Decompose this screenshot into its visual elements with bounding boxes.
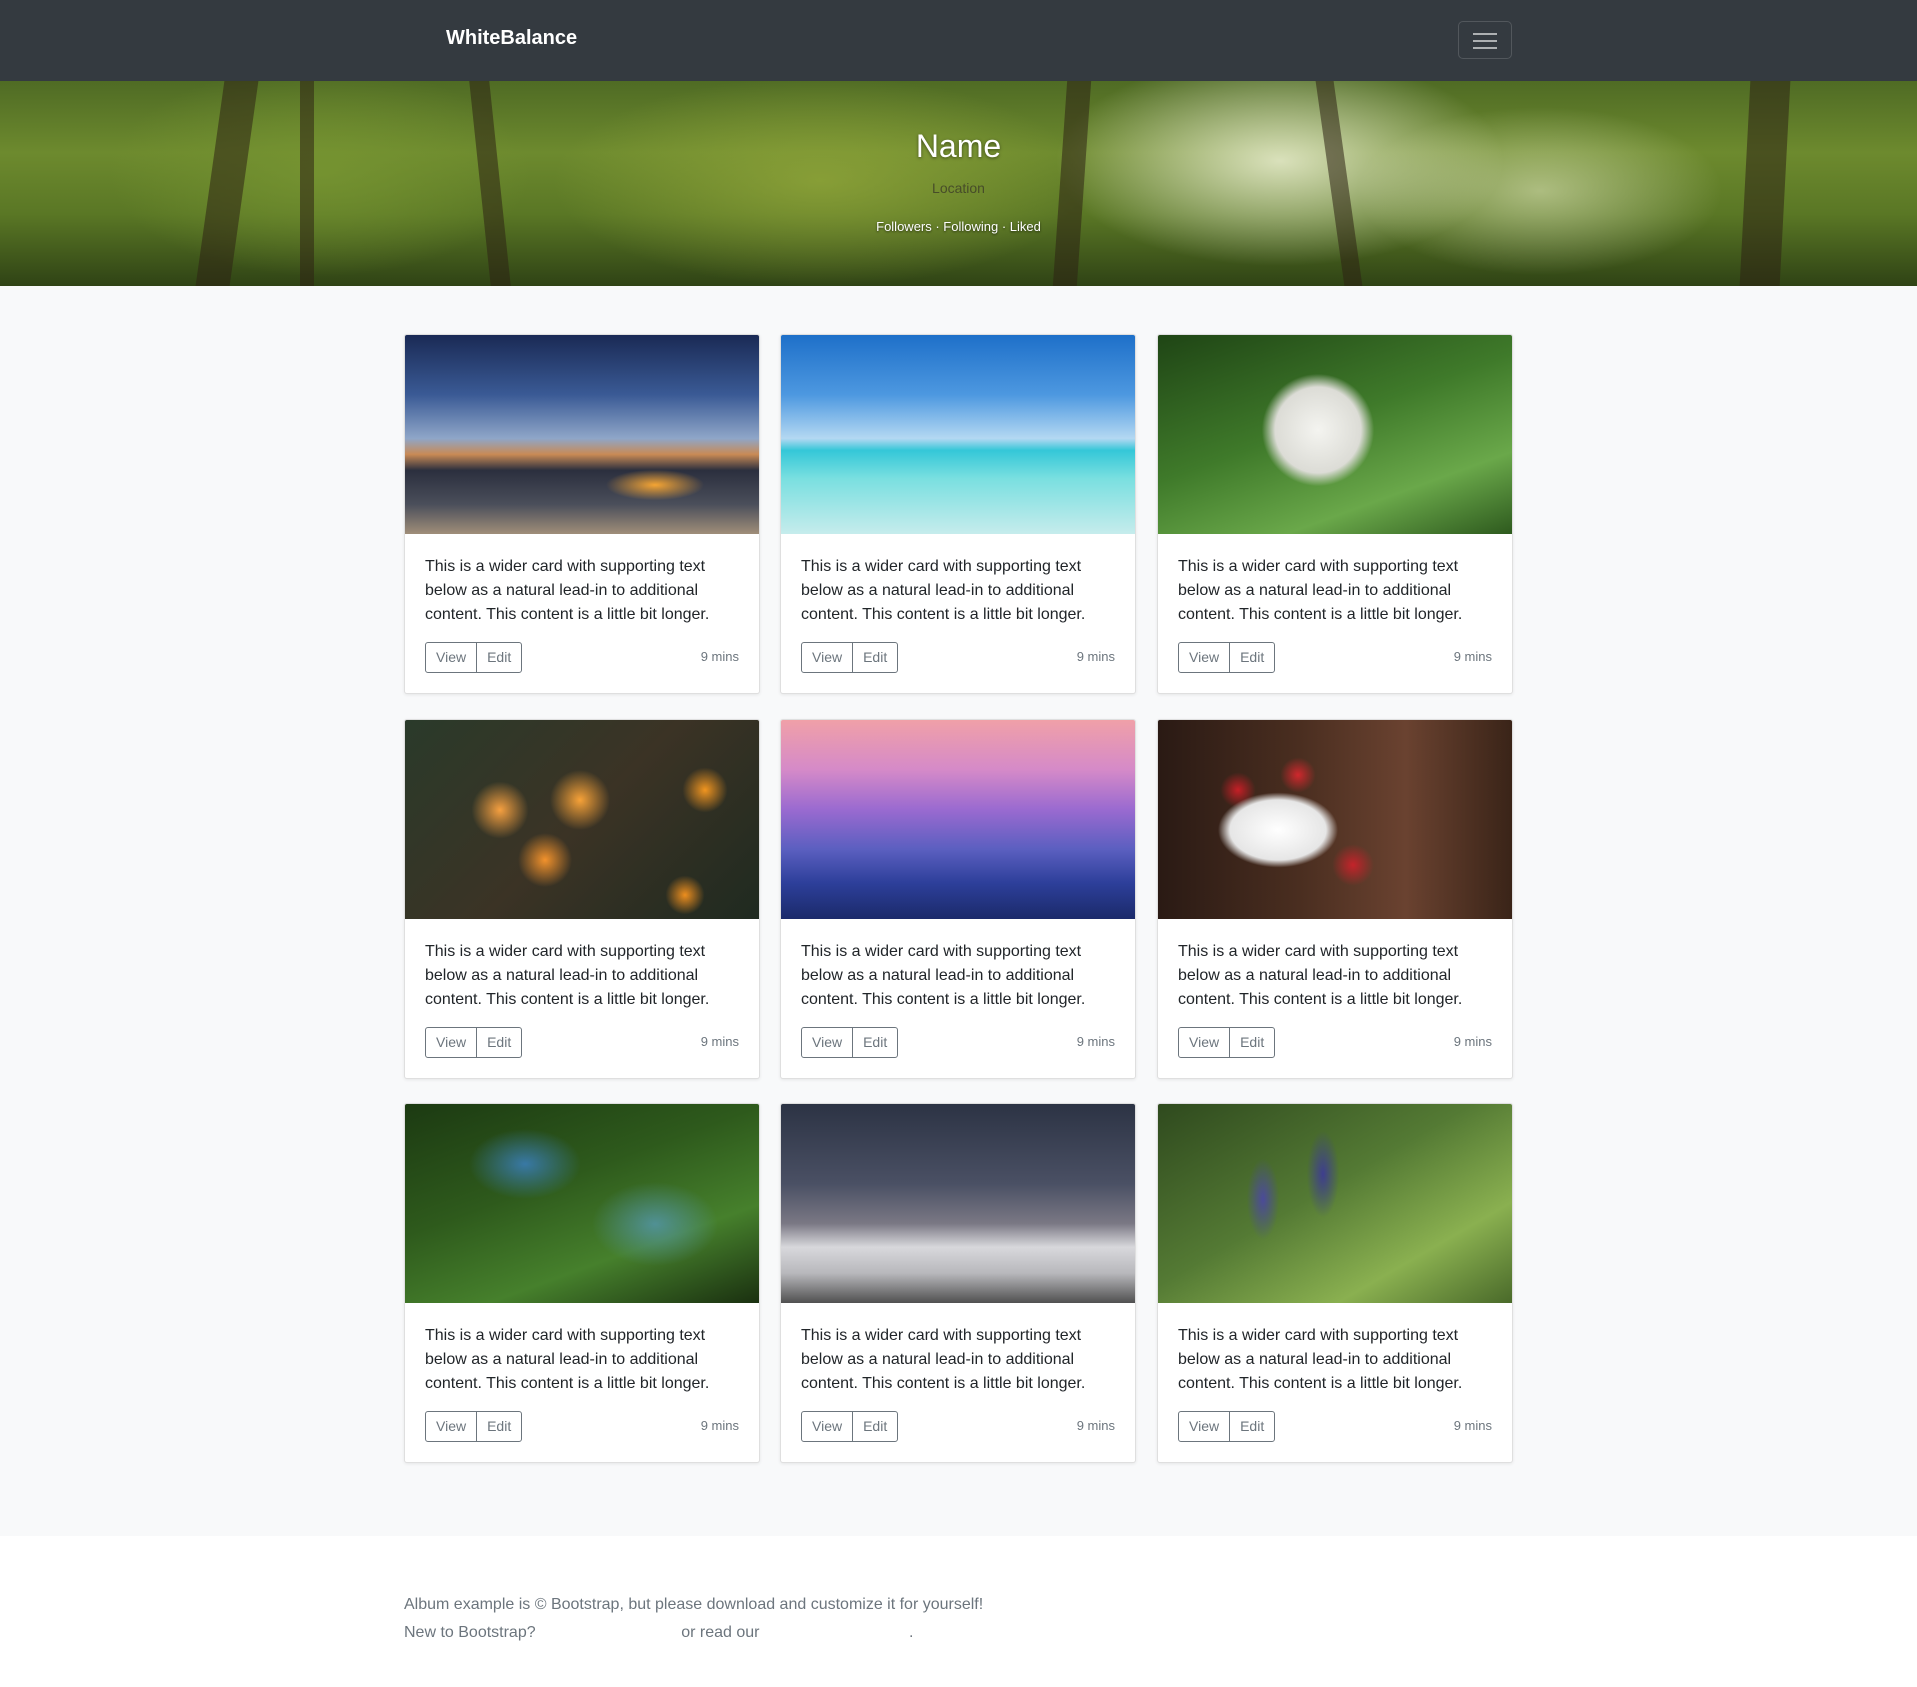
footer-prefix: New to Bootstrap? xyxy=(404,1624,536,1641)
view-button[interactable]: View xyxy=(1178,1027,1231,1058)
edit-button[interactable]: Edit xyxy=(476,642,523,673)
view-button[interactable]: View xyxy=(801,1027,854,1058)
card-actions: View Edit xyxy=(425,1411,523,1442)
card-text: This is a wider card with supporting tex… xyxy=(425,1327,710,1392)
card-time: 9 mins xyxy=(1076,1418,1115,1433)
card-text: This is a wider card with supporting tex… xyxy=(1178,1327,1463,1392)
getting-started-link[interactable]: getting started guide xyxy=(764,1624,909,1641)
card-image[interactable] xyxy=(781,720,1135,919)
navbar: WhiteBalance xyxy=(0,0,1917,81)
edit-button[interactable]: Edit xyxy=(1229,642,1276,673)
card-image[interactable] xyxy=(1158,1104,1512,1303)
card-image[interactable] xyxy=(405,720,759,919)
album-card: This is a wider card with supporting tex… xyxy=(1157,1103,1513,1463)
view-button[interactable]: View xyxy=(425,1411,478,1442)
brand-logo[interactable]: WhiteBalance xyxy=(446,27,577,50)
album-card: This is a wider card with supporting tex… xyxy=(780,334,1136,694)
album-card: This is a wider card with supporting tex… xyxy=(1157,334,1513,694)
card-time: 9 mins xyxy=(1453,1418,1492,1433)
footer-middle: or read our xyxy=(681,1624,760,1641)
card-actions: View Edit xyxy=(1178,1411,1276,1442)
card-time: 9 mins xyxy=(700,1418,739,1433)
card-time: 9 mins xyxy=(1453,649,1492,664)
edit-button[interactable]: Edit xyxy=(852,1411,899,1442)
album-card: This is a wider card with supporting tex… xyxy=(404,334,760,694)
card-time: 9 mins xyxy=(700,1034,739,1049)
card-actions: View Edit xyxy=(425,642,523,673)
card-text: This is a wider card with supporting tex… xyxy=(801,1327,1086,1392)
card-image[interactable] xyxy=(405,1104,759,1303)
view-button[interactable]: View xyxy=(801,642,854,673)
footer-links: New to Bootstrap? Visit the homepage or … xyxy=(404,1624,913,1642)
card-image[interactable] xyxy=(1158,720,1512,919)
edit-button[interactable]: Edit xyxy=(476,1411,523,1442)
profile-stats[interactable]: Followers · Following · Liked xyxy=(0,219,1917,234)
profile-location: Location xyxy=(932,180,985,196)
edit-button[interactable]: Edit xyxy=(476,1027,523,1058)
card-time: 9 mins xyxy=(1076,649,1115,664)
card-text: This is a wider card with supporting tex… xyxy=(1178,943,1463,1008)
view-button[interactable]: View xyxy=(425,1027,478,1058)
edit-button[interactable]: Edit xyxy=(852,1027,899,1058)
card-actions: View Edit xyxy=(1178,1027,1276,1058)
homepage-link[interactable]: Visit the homepage xyxy=(540,1624,677,1641)
footer: Album example is © Bootstrap, but please… xyxy=(0,1536,1917,1687)
profile-hero: Name Location Followers · Following · Li… xyxy=(0,81,1917,286)
album-card: This is a wider card with supporting tex… xyxy=(780,1103,1136,1463)
card-text: This is a wider card with supporting tex… xyxy=(1178,558,1463,623)
card-time: 9 mins xyxy=(1076,1034,1115,1049)
album-card: This is a wider card with supporting tex… xyxy=(404,719,760,1079)
footer-suffix: . xyxy=(908,1624,914,1641)
footer-copyright: Album example is © Bootstrap, but please… xyxy=(404,1596,984,1613)
card-actions: View Edit xyxy=(801,642,899,673)
profile-name: Name xyxy=(915,128,1002,164)
card-time: 9 mins xyxy=(700,649,739,664)
edit-button[interactable]: Edit xyxy=(1229,1027,1276,1058)
card-image[interactable] xyxy=(781,1104,1135,1303)
card-actions: View Edit xyxy=(801,1411,899,1442)
card-actions: View Edit xyxy=(1178,642,1276,673)
card-actions: View Edit xyxy=(801,1027,899,1058)
menu-toggle-button[interactable] xyxy=(1458,21,1512,59)
view-button[interactable]: View xyxy=(801,1411,854,1442)
card-actions: View Edit xyxy=(425,1027,523,1058)
card-text: This is a wider card with supporting tex… xyxy=(425,943,710,1008)
card-image[interactable] xyxy=(405,335,759,534)
album-card: This is a wider card with supporting tex… xyxy=(404,1103,760,1463)
card-image[interactable] xyxy=(1158,335,1512,534)
edit-button[interactable]: Edit xyxy=(852,642,899,673)
card-text: This is a wider card with supporting tex… xyxy=(425,558,710,623)
view-button[interactable]: View xyxy=(1178,642,1231,673)
card-time: 9 mins xyxy=(1453,1034,1492,1049)
album-card: This is a wider card with supporting tex… xyxy=(780,719,1136,1079)
view-button[interactable]: View xyxy=(425,642,478,673)
edit-button[interactable]: Edit xyxy=(1229,1411,1276,1442)
album-card: This is a wider card with supporting tex… xyxy=(1157,719,1513,1079)
view-button[interactable]: View xyxy=(1178,1411,1231,1442)
card-text: This is a wider card with supporting tex… xyxy=(801,558,1086,623)
card-text: This is a wider card with supporting tex… xyxy=(801,943,1086,1008)
card-image[interactable] xyxy=(781,335,1135,534)
